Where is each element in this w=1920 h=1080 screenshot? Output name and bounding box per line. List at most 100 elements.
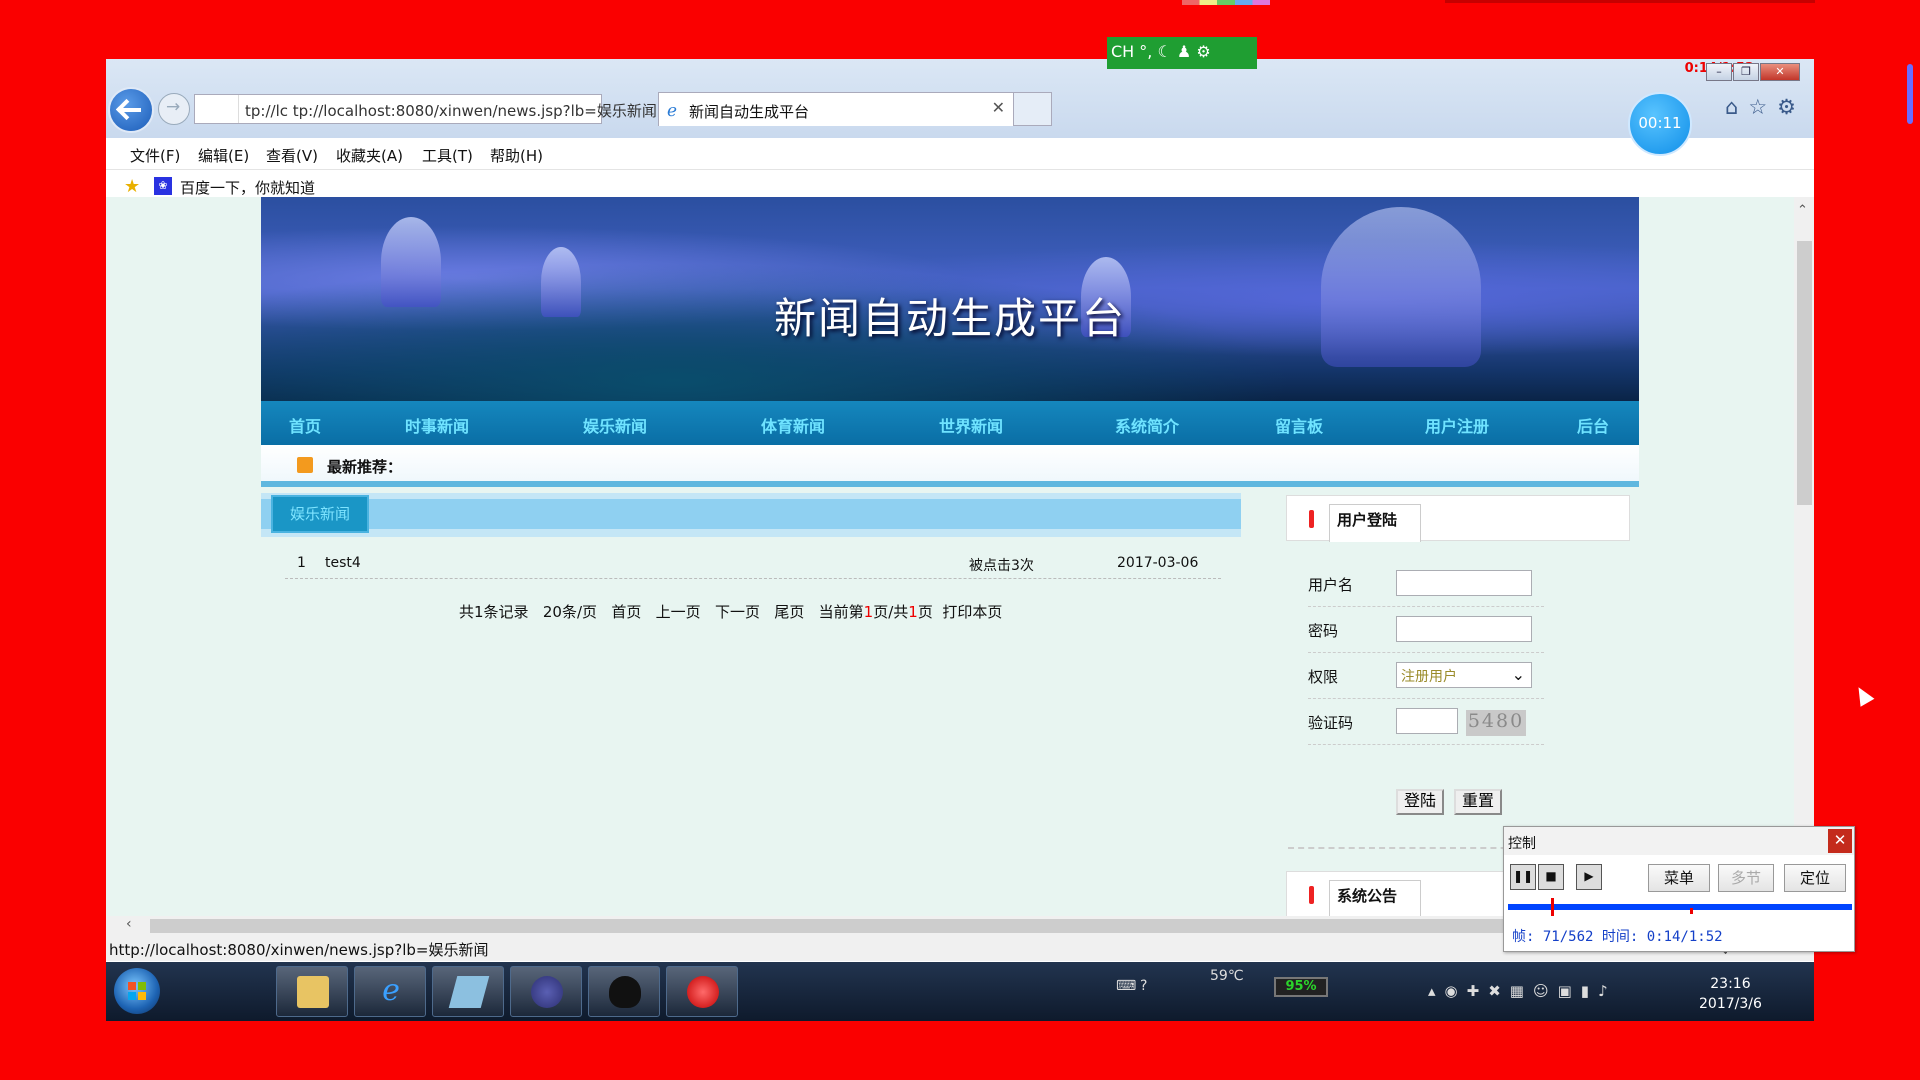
horizontal-scroll-thumb[interactable] — [150, 919, 1550, 933]
battery-indicator[interactable]: 95% — [1274, 977, 1328, 997]
pager-current-suffix: 页 — [917, 603, 933, 621]
recommend-label: 最新推荐： — [327, 458, 403, 476]
baidu-paw-icon: ❀ — [154, 177, 172, 195]
pager-prev[interactable]: 上一页 — [656, 603, 701, 621]
pagination: 共1条记录 20条/页 首页 上一页 下一页 尾页 当前第1页/共1页 打印本页 — [459, 601, 1002, 622]
password-input[interactable] — [1396, 616, 1532, 642]
back-button[interactable] — [108, 87, 154, 133]
menu-view[interactable]: 查看(V) — [266, 145, 318, 166]
taskbar-app[interactable] — [432, 966, 504, 1017]
scroll-up-icon[interactable]: ⌃ — [1797, 203, 1808, 218]
security-icon[interactable]: ✖ — [1488, 982, 1501, 1000]
sync-icon[interactable]: ✚ — [1467, 982, 1480, 1000]
pager-total-pages: 1 — [908, 603, 918, 621]
captcha-input[interactable] — [1396, 708, 1458, 734]
login-button[interactable]: 登陆 — [1396, 789, 1445, 815]
vertical-scrollbar[interactable]: ⌃ — [1794, 197, 1814, 932]
nav-current-news[interactable]: 时事新闻 — [405, 413, 469, 437]
menu-help[interactable]: 帮助(H) — [490, 145, 543, 166]
menu-tools[interactable]: 工具(T) — [422, 145, 473, 166]
qq-tray-icon[interactable]: ☺ — [1533, 982, 1549, 1000]
start-button[interactable] — [114, 968, 160, 1014]
close-icon[interactable]: ✕ — [1828, 829, 1852, 853]
new-tab-button[interactable] — [1014, 92, 1052, 126]
speaker-icon — [297, 457, 313, 473]
nav-register[interactable]: 用户注册 — [1425, 413, 1489, 437]
stop-button[interactable]: ■ — [1538, 864, 1564, 890]
favorite-link-baidu[interactable]: 百度一下，你就知道 — [180, 177, 315, 198]
taskbar-qq[interactable] — [588, 966, 660, 1017]
news-title-link[interactable]: test4 — [325, 555, 361, 571]
taskbar-eclipse[interactable] — [510, 966, 582, 1017]
app-icon — [448, 976, 490, 1008]
nav-sports[interactable]: 体育新闻 — [761, 413, 825, 437]
volume-icon[interactable]: ♪ — [1598, 982, 1608, 1000]
role-select[interactable]: 注册用户 ⌄ — [1396, 662, 1532, 688]
frame-time-info: 帧: 71/562 时间: 0:14/1:52 — [1512, 929, 1723, 945]
nav-about[interactable]: 系统简介 — [1115, 413, 1179, 437]
keyboard-icon[interactable]: ⌨ — [1116, 978, 1136, 994]
control-panel-header: 控制 ✕ — [1504, 827, 1854, 855]
nav-entertainment[interactable]: 娱乐新闻 — [583, 413, 647, 437]
windows-logo-icon — [138, 992, 146, 1000]
forward-button[interactable] — [158, 93, 190, 125]
vertical-scroll-thumb[interactable] — [1797, 241, 1812, 505]
scroll-left-icon[interactable]: ‹ — [126, 916, 132, 932]
app-tray-icon[interactable]: ▦ — [1510, 982, 1524, 1000]
menu-favorites[interactable]: 收藏夹(A) — [336, 145, 403, 166]
nav-home[interactable]: 首页 — [289, 413, 321, 437]
favorites-star-icon[interactable]: ☆ — [1748, 95, 1767, 119]
login-title: 用户登陆 — [1337, 511, 1398, 529]
address-bar[interactable]: tp://lc tp://localhost:8080/xinwen/news.… — [194, 94, 657, 124]
network-icon[interactable]: ▮ — [1581, 982, 1589, 1000]
news-row[interactable]: 1 test4 被点击3次 2017-03-06 — [285, 551, 1221, 579]
system-clock[interactable]: 23:16 2017/3/6 — [1699, 974, 1762, 1014]
add-favorite-star-icon[interactable]: ★ — [124, 176, 140, 197]
locate-button[interactable]: 定位 — [1784, 864, 1846, 892]
ie-icon: ℯ — [382, 973, 400, 1008]
nav-guestbook[interactable]: 留言板 — [1275, 413, 1323, 437]
progress-marker[interactable] — [1551, 898, 1554, 916]
pager-next[interactable]: 下一页 — [715, 603, 760, 621]
nav-admin[interactable]: 后台 — [1577, 413, 1609, 437]
ime-toolbar[interactable]: CH °, ☾ ♟ ⚙ — [1107, 37, 1257, 69]
taskbar-explorer[interactable] — [276, 966, 348, 1017]
close-tab-icon[interactable]: ✕ — [992, 98, 1005, 117]
progress-tick — [1690, 908, 1693, 914]
pager-total: 共1条记录 — [459, 603, 529, 621]
minimize-button[interactable]: – — [1706, 63, 1732, 81]
tab-title: 新闻自动生成平台 — [689, 103, 810, 121]
tray-expand-icon[interactable]: ▴ — [1428, 982, 1436, 1000]
multi-section-button[interactable]: 多节 — [1718, 864, 1774, 892]
reset-button[interactable]: 重置 — [1454, 789, 1503, 815]
site-banner: 新闻自动生成平台 — [261, 197, 1639, 401]
address-favicon-area — [195, 95, 239, 123]
pause-button[interactable]: ❚❚ — [1510, 864, 1536, 890]
menu-edit[interactable]: 编辑(E) — [198, 145, 249, 166]
captcha-image[interactable]: 5480 — [1466, 710, 1526, 736]
taskbar-recorder[interactable] — [666, 966, 738, 1017]
camera-icon[interactable]: ◉ — [1445, 982, 1458, 1000]
maximize-button[interactable]: ❐ — [1733, 63, 1759, 81]
username-input[interactable] — [1396, 570, 1532, 596]
windows-logo-icon — [128, 992, 136, 1000]
nav-world[interactable]: 世界新闻 — [939, 413, 1003, 437]
device-icon[interactable]: ▣ — [1558, 982, 1572, 1000]
pager-print[interactable]: 打印本页 — [942, 603, 1002, 621]
pager-last[interactable]: 尾页 — [774, 603, 804, 621]
step-button[interactable]: ▶ — [1576, 864, 1602, 890]
close-window-button[interactable]: ✕ — [1760, 63, 1800, 81]
settings-gear-icon[interactable]: ⚙ — [1777, 95, 1796, 119]
help-icon[interactable]: ? — [1140, 978, 1147, 994]
playback-progress-track[interactable] — [1508, 898, 1852, 916]
menu-file[interactable]: 文件(F) — [130, 145, 180, 166]
recording-timer[interactable]: 00:11 — [1628, 92, 1692, 156]
news-section: 娱乐新闻 1 test4 被点击3次 2017-03-06 共1条记录 20条/… — [261, 493, 1281, 927]
cpu-temperature: 59℃ — [1210, 968, 1244, 984]
taskbar-ie[interactable]: ℯ — [354, 966, 426, 1017]
control-panel: 控制 ✕ ❚❚ ■ ▶ 菜单 多节 定位 帧: 71/562 时间: 0:14/… — [1503, 826, 1855, 952]
browser-tab[interactable]: ℯ 新闻自动生成平台 ✕ — [658, 92, 1014, 126]
pager-first[interactable]: 首页 — [611, 603, 641, 621]
home-icon[interactable]: ⌂ — [1725, 95, 1738, 119]
menu-button[interactable]: 菜单 — [1648, 864, 1710, 892]
